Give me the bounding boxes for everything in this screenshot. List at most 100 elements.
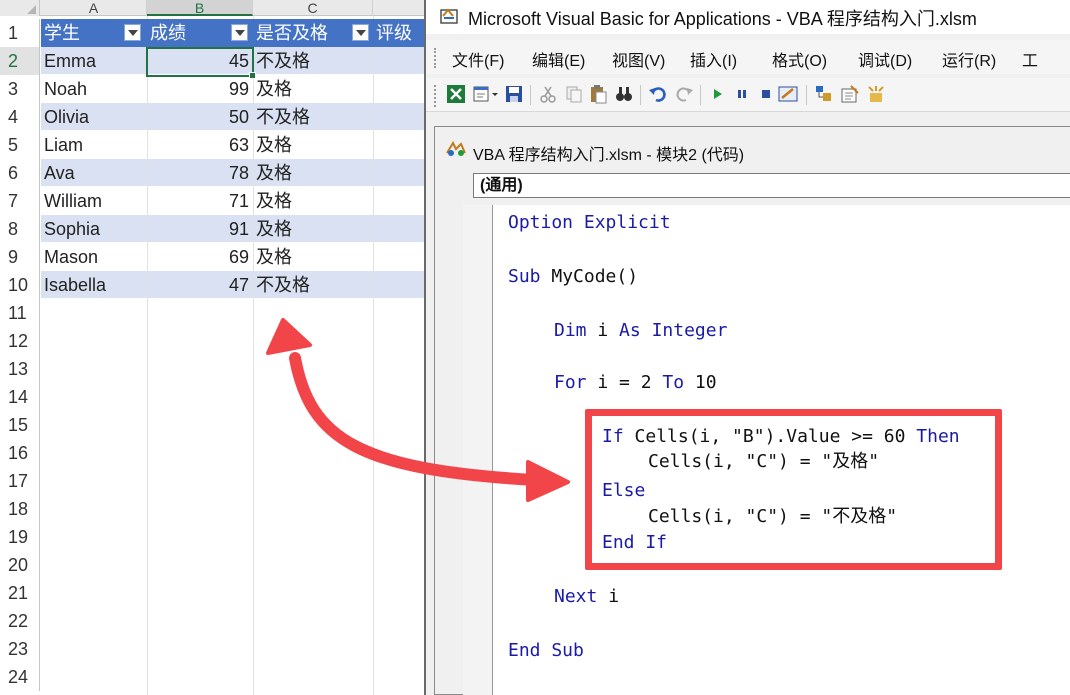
row-header[interactable]: 3 <box>0 75 40 103</box>
row-header[interactable]: 17 <box>0 467 40 495</box>
cell-result[interactable]: 及格 <box>253 76 373 102</box>
cell-result[interactable]: 及格 <box>253 216 373 242</box>
column-header-a[interactable]: A <box>41 0 147 16</box>
insert-dropdown-icon[interactable] <box>490 84 500 104</box>
cell-result[interactable]: 不及格 <box>253 104 373 130</box>
undo-icon[interactable] <box>648 84 668 104</box>
design-mode-icon[interactable] <box>778 84 798 104</box>
row-header[interactable]: 24 <box>0 663 40 691</box>
code-line[interactable]: Sub MyCode() <box>508 266 638 288</box>
cell-score[interactable]: 78 <box>147 160 253 186</box>
cell-student[interactable]: Noah <box>41 76 147 102</box>
menu-tools[interactable]: 工 <box>1022 47 1038 71</box>
paste-icon[interactable] <box>588 84 608 104</box>
filter-dropdown-icon[interactable] <box>231 24 248 41</box>
row-header[interactable]: 15 <box>0 411 40 439</box>
cell-score[interactable]: 63 <box>147 132 253 158</box>
cell-score[interactable]: 99 <box>147 76 253 102</box>
row-header[interactable]: 18 <box>0 495 40 523</box>
object-browser-icon[interactable] <box>866 84 886 104</box>
cell-student[interactable]: Olivia <box>41 104 147 130</box>
row-header[interactable]: 14 <box>0 383 40 411</box>
row-header[interactable]: 7 <box>0 187 40 215</box>
row-header[interactable]: 22 <box>0 607 40 635</box>
cell-result[interactable]: 及格 <box>253 188 373 214</box>
table-header-student[interactable]: 学生 <box>41 19 147 47</box>
break-icon[interactable] <box>732 84 752 104</box>
column-header-d[interactable] <box>373 0 424 16</box>
row-header[interactable]: 23 <box>0 635 40 663</box>
row-header[interactable]: 5 <box>0 131 40 159</box>
code-line[interactable]: Dim i As Integer <box>554 320 727 342</box>
menu-insert[interactable]: 插入(I) <box>690 47 737 71</box>
cell-student[interactable]: Isabella <box>41 272 147 298</box>
code-line[interactable]: Next i <box>554 586 619 608</box>
row-header[interactable]: 12 <box>0 327 40 355</box>
redo-icon[interactable] <box>674 84 694 104</box>
row-header[interactable]: 21 <box>0 579 40 607</box>
find-icon[interactable] <box>614 84 634 104</box>
cell-student[interactable]: Sophia <box>41 216 147 242</box>
project-explorer-icon[interactable] <box>814 84 834 104</box>
cell-result[interactable]: 及格 <box>253 244 373 270</box>
code-line[interactable]: Option Explicit <box>508 212 671 234</box>
cell-student[interactable]: Mason <box>41 244 147 270</box>
save-icon[interactable] <box>504 84 524 104</box>
cell-score[interactable]: 91 <box>147 216 253 242</box>
object-combo[interactable]: (通用) <box>473 173 1070 198</box>
toolbar-grip[interactable] <box>434 85 437 107</box>
select-all-corner[interactable] <box>0 0 40 16</box>
row-header[interactable]: 4 <box>0 103 40 131</box>
active-cell-b2[interactable] <box>146 47 254 77</box>
menu-file[interactable]: 文件(F) <box>452 47 504 71</box>
table-header-score[interactable]: 成绩 <box>147 19 253 47</box>
row-header[interactable]: 2 <box>0 47 40 75</box>
row-header[interactable]: 13 <box>0 355 40 383</box>
menu-run[interactable]: 运行(R) <box>942 47 996 71</box>
code-line[interactable]: End Sub <box>508 640 584 662</box>
cell-result[interactable]: 不及格 <box>253 48 373 74</box>
cell-score[interactable]: 47 <box>147 272 253 298</box>
menu-format[interactable]: 格式(O) <box>772 47 827 71</box>
vbe-toolbar <box>426 78 1070 112</box>
copy-icon[interactable] <box>564 84 584 104</box>
cell-score[interactable]: 71 <box>147 188 253 214</box>
run-icon[interactable] <box>708 84 728 104</box>
fill-handle[interactable] <box>249 72 256 79</box>
column-header-c[interactable]: C <box>253 0 373 16</box>
row-header[interactable]: 1 <box>0 19 40 47</box>
cell-result[interactable]: 不及格 <box>253 272 373 298</box>
cell-student[interactable]: Emma <box>41 48 147 74</box>
cell-result[interactable]: 及格 <box>253 160 373 186</box>
row-header[interactable]: 20 <box>0 551 40 579</box>
row-header[interactable]: 16 <box>0 439 40 467</box>
cell-student[interactable]: Ava <box>41 160 147 186</box>
cell-student[interactable]: Liam <box>41 132 147 158</box>
column-header-b[interactable]: B <box>147 0 253 16</box>
cell-student[interactable]: William <box>41 188 147 214</box>
cell-result[interactable]: 及格 <box>253 132 373 158</box>
code-line[interactable]: For i = 2 To 10 <box>554 372 717 394</box>
reset-icon[interactable] <box>756 84 776 104</box>
menu-edit[interactable]: 编辑(E) <box>532 47 585 71</box>
filter-dropdown-icon[interactable] <box>124 24 141 41</box>
row-header[interactable]: 8 <box>0 215 40 243</box>
view-excel-icon[interactable] <box>446 84 466 104</box>
table-header-pass[interactable]: 是否及格 <box>253 19 373 47</box>
row-header[interactable]: 19 <box>0 523 40 551</box>
properties-window-icon[interactable] <box>840 84 860 104</box>
cell-score[interactable]: 69 <box>147 244 253 270</box>
cut-icon[interactable] <box>538 84 558 104</box>
row-header[interactable]: 9 <box>0 243 40 271</box>
row-header[interactable]: 6 <box>0 159 40 187</box>
table-header-grade[interactable]: 评级 <box>373 19 424 47</box>
row-header[interactable]: 10 <box>0 271 40 299</box>
menu-grip[interactable] <box>434 48 437 68</box>
insert-userform-icon[interactable] <box>472 84 492 104</box>
cell-score[interactable]: 50 <box>147 104 253 130</box>
filter-dropdown-icon[interactable] <box>352 24 369 41</box>
row-header[interactable]: 11 <box>0 299 40 327</box>
menu-view[interactable]: 视图(V) <box>612 47 665 71</box>
margin-indicator-bar[interactable] <box>463 205 493 695</box>
menu-debug[interactable]: 调试(D) <box>858 47 912 71</box>
